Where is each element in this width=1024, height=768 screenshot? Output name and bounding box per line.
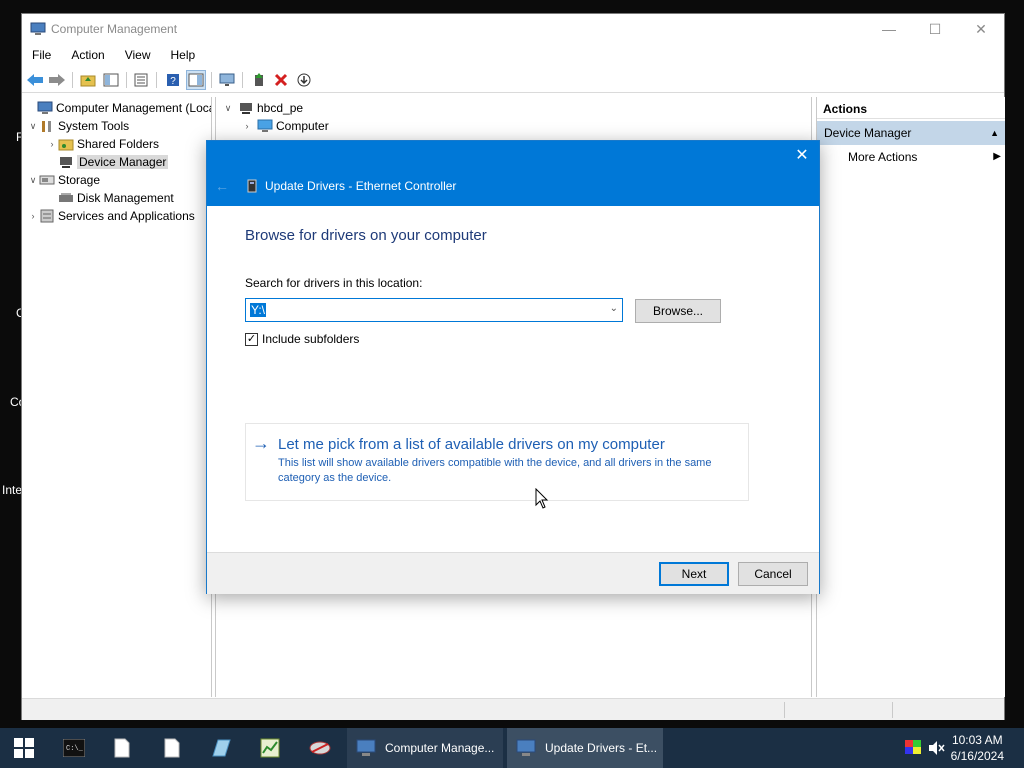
- up-folder-icon[interactable]: [78, 70, 98, 90]
- driver-path-value: Y:\: [250, 303, 267, 317]
- window-title: Computer Management: [51, 22, 178, 36]
- tree-item-shared-folders[interactable]: › Shared Folders: [46, 135, 160, 153]
- device-manager-icon: [60, 157, 72, 168]
- actions-pane: Actions Device Manager ▲ More Actions ▶: [816, 97, 1005, 697]
- pick-from-list-description: This list will show available drivers co…: [278, 457, 712, 484]
- include-subfolders-checkbox[interactable]: ✓ Include subfolders: [245, 332, 359, 346]
- desktop-icon-label: Inte: [2, 483, 23, 497]
- taskbar: C:\_ Computer Manage... Update Drivers -…: [0, 728, 1024, 768]
- menu-view[interactable]: View: [115, 45, 161, 65]
- update-drivers-dialog: ✕ ← Update Drivers - Ethernet Controller…: [206, 140, 820, 594]
- host-computer-icon: [240, 103, 252, 114]
- file-explorer-icon[interactable]: [197, 728, 245, 768]
- tree-item-root[interactable]: Computer Management (Local: [25, 99, 211, 117]
- update-drivers-icon: [516, 739, 536, 756]
- expand-chevron-icon[interactable]: ›: [241, 121, 253, 131]
- system-clock[interactable]: 10:03 AM 6/16/2024: [951, 732, 1004, 764]
- next-button[interactable]: Next: [659, 562, 729, 586]
- services-icon: [40, 209, 54, 223]
- driver-path-combobox[interactable]: Y:\ ⌄: [245, 298, 623, 322]
- show-action-pane-icon[interactable]: [186, 70, 206, 90]
- uninstall-device-icon[interactable]: [271, 70, 291, 90]
- tree-item-disk-management[interactable]: Disk Management: [46, 189, 174, 207]
- clock-date: 6/16/2024: [950, 749, 1004, 763]
- more-actions-item[interactable]: More Actions ▶: [848, 147, 1003, 167]
- pick-from-list-title: Let me pick from a list of available dri…: [278, 436, 665, 453]
- console-tree: Computer Management (Local ∨ System Tool…: [22, 97, 212, 697]
- command-prompt-icon[interactable]: C:\_: [50, 728, 98, 768]
- windows-logo-icon: [14, 738, 34, 758]
- properties-icon[interactable]: [131, 70, 151, 90]
- disk-management-icon: [59, 193, 73, 202]
- title-bar[interactable]: Computer Management — ☐ ✕: [22, 14, 1004, 44]
- tree-item-storage[interactable]: ∨ Storage: [27, 171, 100, 189]
- toolbar: ?: [22, 67, 1004, 93]
- scan-hardware-icon[interactable]: [217, 70, 237, 90]
- volume-muted-icon[interactable]: [928, 740, 946, 756]
- show-hide-tree-icon[interactable]: [101, 70, 121, 90]
- menu-help[interactable]: Help: [161, 45, 206, 65]
- clock-time: 10:03 AM: [951, 733, 1003, 747]
- dialog-footer: Next Cancel: [207, 552, 819, 594]
- help-icon[interactable]: ?: [163, 70, 183, 90]
- document-icon[interactable]: [98, 728, 146, 768]
- minimize-button[interactable]: —: [866, 14, 912, 44]
- cancel-button[interactable]: Cancel: [738, 562, 808, 586]
- update-driver-icon[interactable]: [249, 70, 269, 90]
- actions-section-device-manager[interactable]: Device Manager ▲: [817, 121, 1005, 145]
- back-icon[interactable]: [25, 70, 45, 90]
- start-button[interactable]: [0, 728, 48, 768]
- dialog-heading: Browse for drivers on your computer: [245, 227, 487, 244]
- submenu-arrow-icon: ▶: [993, 151, 1001, 162]
- mouse-cursor-icon: [535, 488, 549, 509]
- expand-chevron-icon[interactable]: ›: [46, 139, 58, 149]
- checkbox-checked-icon[interactable]: ✓: [245, 332, 258, 346]
- dialog-title: Update Drivers - Ethernet Controller: [265, 179, 457, 193]
- notepad-icon[interactable]: [148, 728, 196, 768]
- svg-text:C:\_: C:\_: [66, 745, 84, 753]
- arrow-right-icon: →: [252, 433, 270, 453]
- close-button[interactable]: ✕: [958, 14, 1004, 44]
- computer-management-icon: [30, 22, 46, 35]
- forward-icon[interactable]: [47, 70, 67, 90]
- expand-chevron-icon[interactable]: ∨: [27, 121, 39, 132]
- maximize-button[interactable]: ☐: [912, 14, 958, 44]
- tree-item-services[interactable]: › Services and Applications: [27, 207, 195, 225]
- tree-item-system-tools[interactable]: ∨ System Tools: [27, 117, 129, 135]
- status-bar: [22, 698, 1004, 720]
- tree-item-device-manager[interactable]: Device Manager: [46, 153, 169, 171]
- search-location-label: Search for drivers in this location:: [245, 276, 423, 290]
- tools-icon: [42, 121, 51, 132]
- monitor-icon: [257, 119, 273, 132]
- color-tray-icon[interactable]: [905, 740, 921, 754]
- expand-chevron-icon[interactable]: ›: [27, 211, 39, 221]
- network-tool-icon[interactable]: [296, 728, 344, 768]
- taskbar-update-drivers[interactable]: Update Drivers - Et...: [507, 728, 663, 768]
- back-arrow-icon[interactable]: ←: [215, 178, 229, 194]
- svg-text:?: ?: [170, 76, 176, 87]
- storage-icon: [39, 175, 55, 185]
- collapse-icon[interactable]: ▲: [990, 121, 999, 145]
- taskbar-computer-management[interactable]: Computer Manage...: [347, 728, 503, 768]
- pick-from-list-link[interactable]: → Let me pick from a list of available d…: [245, 423, 749, 501]
- shared-folder-icon: [58, 139, 74, 151]
- disable-device-icon[interactable]: [294, 70, 314, 90]
- browse-button[interactable]: Browse...: [635, 299, 721, 323]
- computer-management-icon: [356, 739, 376, 756]
- expand-chevron-icon[interactable]: ∨: [222, 103, 234, 114]
- computer-management-icon: [37, 101, 53, 114]
- chevron-down-icon[interactable]: ⌄: [610, 303, 618, 314]
- menu-action[interactable]: Action: [61, 45, 114, 65]
- menu-file[interactable]: File: [22, 45, 61, 65]
- expand-chevron-icon[interactable]: ∨: [27, 175, 39, 186]
- menu-bar: File Action View Help: [22, 45, 1004, 65]
- task-manager-icon[interactable]: [246, 728, 294, 768]
- dialog-close-button[interactable]: ✕: [793, 147, 811, 165]
- dialog-header: ✕ ← Update Drivers - Ethernet Controller: [207, 141, 819, 206]
- actions-header: Actions: [817, 99, 1005, 119]
- device-tree-computer[interactable]: › Computer: [241, 117, 329, 135]
- device-tree-host[interactable]: ∨ hbcd_pe: [222, 99, 303, 117]
- ethernet-device-icon: [247, 179, 257, 193]
